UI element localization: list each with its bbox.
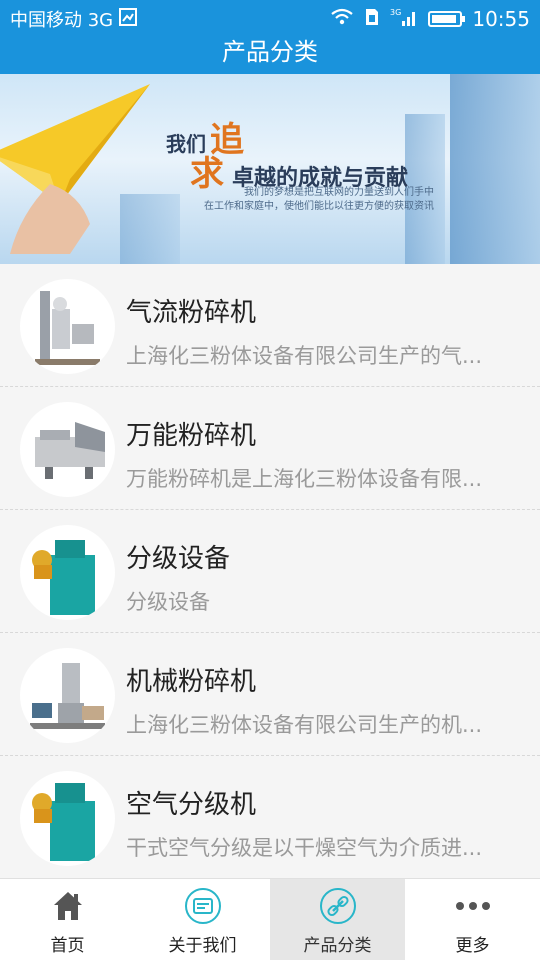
link-icon [319,887,357,925]
product-name: 机械粉碎机 [126,667,257,697]
list-item[interactable]: 机械粉碎机 上海化三粉体设备有限公司生产的机... [0,633,540,756]
product-name: 气流粉碎机 [126,298,257,328]
product-thumbnail [20,648,115,743]
product-description: 分级设备 [126,590,210,614]
list-item[interactable]: 分级设备 分级设备 [0,510,540,633]
about-icon [184,887,222,925]
more-icon [454,887,492,925]
home-icon [51,887,85,925]
list-item[interactable]: 万能粉碎机 万能粉碎机是上海化三粉体设备有限... [0,387,540,510]
status-bar: 中国移动 3G 3G 10:55 [0,0,540,38]
tab-home[interactable]: 首页 [0,879,135,960]
product-thumbnail [20,402,115,497]
tab-label: 产品分类 [303,936,372,956]
list-item[interactable]: 气流粉碎机 上海化三粉体设备有限公司生产的气... [0,264,540,387]
product-name: 万能粉碎机 [126,421,257,451]
product-list: 气流粉碎机 上海化三粉体设备有限公司生产的气... 万能粉碎机 万能粉碎机是上海… [0,264,540,878]
tab-label: 首页 [50,936,85,956]
clock: 10:55 [472,7,530,31]
tab-more[interactable]: 更多 [405,879,540,960]
product-description: 万能粉碎机是上海化三粉体设备有限... [126,467,483,491]
promo-banner[interactable]: 我们追 求卓越的成就与贡献 我们的梦想是把互联网的力量送到人们手中 在工作和家庭… [0,74,540,264]
battery-icon [428,11,466,27]
signal-icon: 3G [390,7,418,32]
product-name: 分级设备 [126,544,231,574]
product-thumbnail [20,279,115,374]
banner-tagline: 我们的梦想是把互联网的力量送到人们手中 在工作和家庭中，使他们能比以往更方便的获… [204,187,434,212]
building-graphic [450,74,540,264]
wifi-icon [330,8,354,31]
bottom-tab-bar: 首页 关于我们 产品分类 更多 [0,878,540,960]
tab-label: 更多 [455,936,490,956]
product-thumbnail [20,771,115,866]
product-description: 上海化三粉体设备有限公司生产的机... [126,713,483,737]
tab-about[interactable]: 关于我们 [135,879,270,960]
product-description: 干式空气分级是以干燥空气为介质进... [126,836,483,860]
product-thumbnail [20,525,115,620]
product-description: 上海化三粉体设备有限公司生产的气... [126,344,483,368]
product-name: 空气分级机 [126,790,257,820]
list-item[interactable]: 空气分级机 干式空气分级是以干燥空气为介质进... [0,756,540,878]
carrier-label: 中国移动 3G [10,10,114,31]
screenshot-icon [119,7,138,31]
paper-plane-graphic [0,84,160,258]
page-title: 产品分类 [0,38,540,74]
tab-label: 关于我们 [168,936,237,956]
sim-icon [364,7,380,32]
svg-text:3G: 3G [390,8,401,17]
tab-products[interactable]: 产品分类 [270,879,405,960]
